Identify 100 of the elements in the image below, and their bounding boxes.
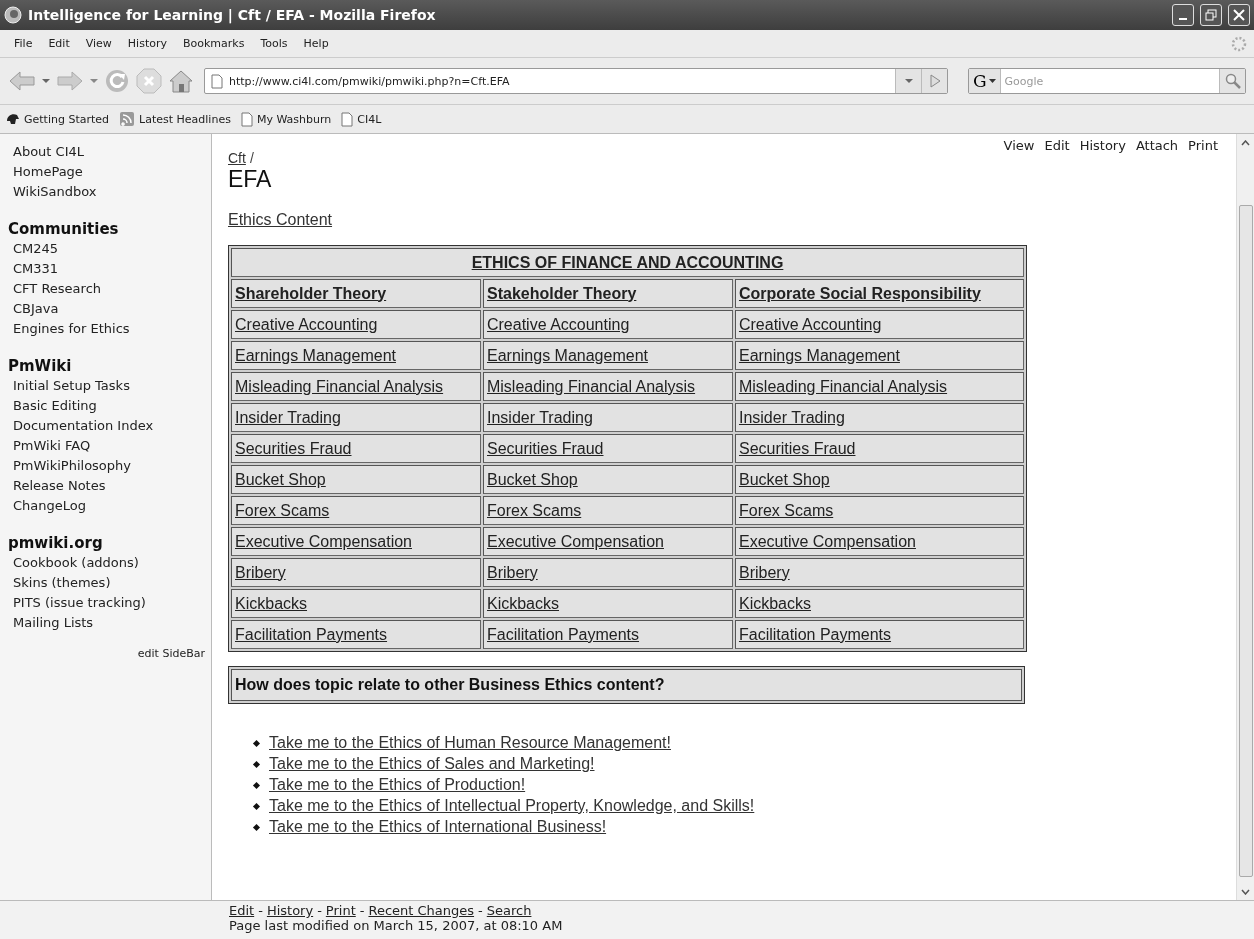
- related-link[interactable]: Take me to the Ethics of International Business!: [269, 818, 607, 836]
- topic-link[interactable]: Insider Trading: [487, 408, 593, 426]
- column-header-link[interactable]: Stakeholder Theory: [487, 284, 637, 302]
- sidebar-link[interactable]: Initial Setup Tasks: [13, 376, 211, 396]
- topic-link[interactable]: Bucket Shop: [487, 470, 578, 488]
- menu-item[interactable]: History: [119, 37, 175, 50]
- topic-link[interactable]: Insider Trading: [235, 408, 341, 426]
- topic-link[interactable]: Facilitation Payments: [738, 625, 892, 643]
- sidebar-link[interactable]: PmWikiPhilosophy: [13, 456, 211, 476]
- topic-link[interactable]: Securities Fraud: [235, 439, 352, 457]
- page-action-link[interactable]: Print: [1188, 138, 1218, 153]
- related-link[interactable]: Take me to the Ethics of Human Resource Management!: [269, 734, 671, 752]
- sidebar-link[interactable]: Basic Editing: [13, 396, 211, 416]
- page-action-link[interactable]: History: [1079, 138, 1126, 153]
- topic-link[interactable]: Forex Scams: [235, 501, 330, 519]
- menu-item[interactable]: Bookmarks: [175, 37, 253, 50]
- topic-link[interactable]: Kickbacks: [738, 594, 811, 612]
- sidebar-link[interactable]: PmWiki FAQ: [13, 436, 211, 456]
- sidebar-link[interactable]: CFT Research: [13, 279, 211, 299]
- topic-link[interactable]: Kickbacks: [487, 594, 559, 612]
- go-button[interactable]: [921, 69, 947, 93]
- sidebar-link[interactable]: Skins (themes): [13, 573, 211, 593]
- edit-sidebar-link[interactable]: edit SideBar: [137, 647, 205, 660]
- menu-item[interactable]: Tools: [252, 37, 296, 50]
- sidebar-link[interactable]: ChangeLog: [13, 496, 211, 516]
- topic-link[interactable]: Forex Scams: [738, 501, 834, 519]
- sidebar-link[interactable]: CM245: [13, 239, 211, 259]
- page-action-link[interactable]: Edit: [1044, 138, 1070, 153]
- reload-button[interactable]: [104, 68, 130, 94]
- topic-link[interactable]: Executive Compensation: [235, 532, 412, 550]
- search-button[interactable]: [1219, 69, 1245, 93]
- footer-link[interactable]: Recent Changes: [368, 903, 475, 918]
- menu-item[interactable]: File: [6, 37, 41, 50]
- page-action-link[interactable]: View: [1003, 138, 1035, 153]
- bookmark[interactable]: CI4L: [341, 111, 382, 127]
- sidebar-link[interactable]: Cookbook (addons): [13, 553, 211, 573]
- forward-button[interactable]: [56, 69, 84, 93]
- bookmark[interactable]: Getting Started: [6, 112, 110, 126]
- topic-link[interactable]: Executive Compensation: [738, 532, 916, 550]
- topic-link[interactable]: Earnings Management: [235, 346, 396, 364]
- home-button[interactable]: [168, 68, 194, 94]
- back-dropdown[interactable]: [42, 78, 50, 84]
- topic-link[interactable]: Creative Accounting: [487, 315, 630, 333]
- topic-link[interactable]: Bucket Shop: [235, 470, 326, 488]
- content-link[interactable]: Ethics Content: [228, 211, 333, 229]
- table-title-link[interactable]: ETHICS OF FINANCE AND ACCOUNTING: [471, 253, 784, 271]
- column-header-link[interactable]: Corporate Social Responsibility: [738, 284, 981, 302]
- bookmark[interactable]: My Washburn: [240, 111, 332, 127]
- footer-link[interactable]: Search: [486, 903, 532, 918]
- bookmark[interactable]: Latest Headlines: [119, 111, 231, 127]
- sidebar-link[interactable]: HomePage: [13, 162, 211, 182]
- sidebar-link[interactable]: Mailing Lists: [13, 613, 211, 633]
- menu-item[interactable]: Edit: [40, 37, 78, 50]
- topic-link[interactable]: Securities Fraud: [738, 439, 856, 457]
- menu-item[interactable]: View: [77, 37, 120, 50]
- sidebar-link[interactable]: Documentation Index: [13, 416, 211, 436]
- page-action-link[interactable]: Attach: [1135, 138, 1179, 153]
- sidebar-link[interactable]: About CI4L: [13, 142, 211, 162]
- restore-button[interactable]: [1200, 4, 1222, 26]
- sidebar-link[interactable]: CM331: [13, 259, 211, 279]
- topic-link[interactable]: Bucket Shop: [738, 470, 830, 488]
- topic-link[interactable]: Facilitation Payments: [487, 625, 640, 643]
- footer-link[interactable]: History: [266, 903, 314, 918]
- back-button[interactable]: [8, 69, 36, 93]
- history-dropdown[interactable]: [895, 69, 921, 93]
- search-engine-button[interactable]: G: [969, 69, 1001, 93]
- topic-link[interactable]: Bribery: [738, 563, 790, 581]
- sidebar-link[interactable]: Release Notes: [13, 476, 211, 496]
- address-field[interactable]: http://www.ci4l.com/pmwiki/pmwiki.php?n=Cft.EFA: [204, 68, 948, 94]
- topic-link[interactable]: Creative Accounting: [738, 315, 882, 333]
- related-link[interactable]: Take me to the Ethics of Intellectual Property, Knowledge, and Skills!: [269, 797, 755, 815]
- topic-link[interactable]: Creative Accounting: [235, 315, 378, 333]
- sidebar-link[interactable]: WikiSandbox: [13, 182, 211, 202]
- forward-dropdown[interactable]: [90, 78, 98, 84]
- footer-link[interactable]: Edit: [229, 903, 255, 918]
- topic-link[interactable]: Misleading Financial Analysis: [487, 377, 696, 395]
- related-link[interactable]: Take me to the Ethics of Sales and Marketing!: [269, 755, 595, 773]
- sidebar-link[interactable]: Engines for Ethics: [13, 319, 211, 339]
- topic-link[interactable]: Kickbacks: [235, 594, 308, 612]
- minimize-button[interactable]: [1172, 4, 1194, 26]
- column-header-link[interactable]: Shareholder Theory: [235, 284, 387, 302]
- topic-link[interactable]: Bribery: [487, 563, 538, 581]
- search-box[interactable]: G Google: [968, 68, 1246, 94]
- sidebar-link[interactable]: PITS (issue tracking): [13, 593, 211, 613]
- topic-link[interactable]: Forex Scams: [487, 501, 582, 519]
- topic-link[interactable]: Misleading Financial Analysis: [235, 377, 444, 395]
- breadcrumb-link[interactable]: Cft: [228, 150, 246, 166]
- menu-item[interactable]: Help: [295, 37, 337, 50]
- topic-link[interactable]: Earnings Management: [738, 346, 900, 364]
- topic-link[interactable]: Misleading Financial Analysis: [738, 377, 948, 395]
- topic-link[interactable]: Executive Compensation: [487, 532, 664, 550]
- topic-link[interactable]: Bribery: [235, 563, 286, 581]
- stop-button[interactable]: [136, 68, 162, 94]
- related-link[interactable]: Take me to the Ethics of Production!: [269, 776, 526, 794]
- topic-link[interactable]: Facilitation Payments: [235, 625, 388, 643]
- sidebar-link[interactable]: CBJava: [13, 299, 211, 319]
- footer-link[interactable]: Print: [325, 903, 356, 918]
- close-button[interactable]: [1228, 4, 1250, 26]
- topic-link[interactable]: Securities Fraud: [487, 439, 604, 457]
- topic-link[interactable]: Earnings Management: [487, 346, 648, 364]
